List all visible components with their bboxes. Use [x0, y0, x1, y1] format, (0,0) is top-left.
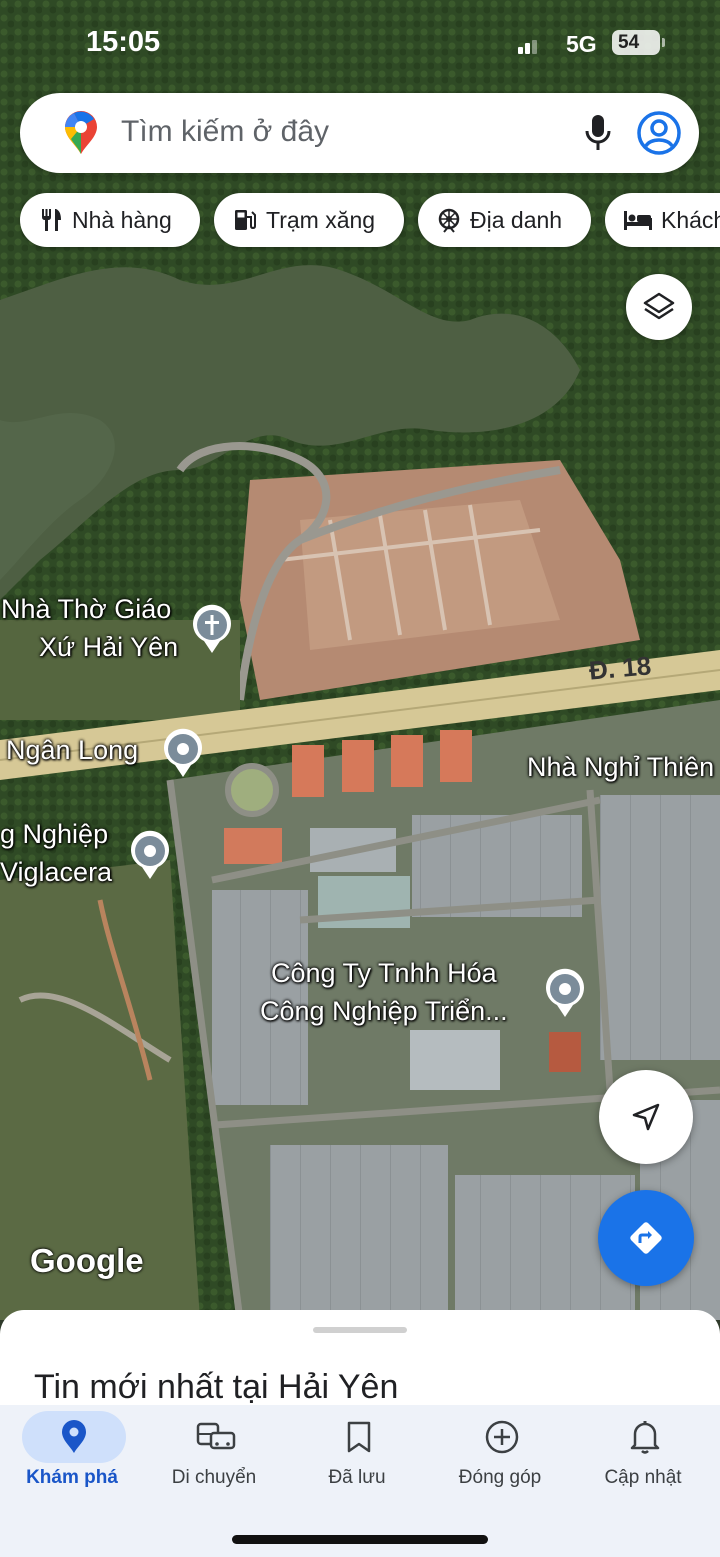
- bookmark-icon: [347, 1421, 371, 1453]
- add-circle-icon: [485, 1420, 519, 1454]
- nav-updates[interactable]: Cập nhật: [571, 1405, 715, 1515]
- google-maps-logo-icon: [65, 111, 97, 154]
- nav-saved-pill: [307, 1411, 411, 1463]
- chip-landmark[interactable]: Địa danh: [418, 193, 591, 247]
- search-input[interactable]: Tìm kiếm ở đây: [121, 115, 329, 149]
- poi-ngan-long-line1: Ngân Long: [6, 735, 139, 765]
- signal-icon: [518, 40, 537, 54]
- navigation-arrow-icon: [632, 1103, 660, 1131]
- nav-explore-label: Khám phá: [26, 1467, 118, 1488]
- hotel-icon: [624, 211, 652, 230]
- poi-cong-ty-line2: Công Nghiệp Triển...: [260, 996, 508, 1026]
- bell-icon: [630, 1421, 660, 1454]
- nav-saved[interactable]: Đã lưu: [285, 1405, 429, 1515]
- poi-cong-ty-line1: Công Ty Tnhh Hóa: [270, 958, 497, 988]
- nav-explore-pill: [22, 1411, 126, 1463]
- church-icon[interactable]: [190, 603, 234, 655]
- nav-commute-label: Di chuyển: [171, 1467, 257, 1488]
- google-attribution: Google: [30, 1242, 144, 1279]
- directions-icon: [630, 1222, 662, 1254]
- poi-nha-nghi-line1: Nhà Nghỉ Thiên: [527, 752, 715, 782]
- explore-pin-icon: [62, 1420, 86, 1453]
- account-icon[interactable]: [636, 110, 682, 156]
- chip-gas-station[interactable]: Trạm xăng: [214, 193, 404, 247]
- nav-updates-pill: [593, 1411, 697, 1463]
- chip-restaurant-label: Nhà hàng: [72, 206, 172, 233]
- layers-icon: [643, 292, 675, 320]
- sheet-drag-handle[interactable]: [313, 1327, 407, 1333]
- poi-church-line2: Xứ Hải Yên: [39, 632, 179, 662]
- battery-icon: 54: [612, 30, 665, 55]
- directions-button[interactable]: [598, 1190, 694, 1286]
- chip-landmark-label: Địa danh: [470, 206, 563, 233]
- my-location-button[interactable]: [599, 1070, 693, 1164]
- chip-hotel[interactable]: Khách: [605, 193, 720, 247]
- nav-contribute-label: Đóng góp: [458, 1467, 542, 1488]
- network-type: 5G: [566, 31, 597, 57]
- category-chips: Nhà hàng Trạm xăng Địa danh Khách: [20, 193, 720, 247]
- chip-gas-station-label: Trạm xăng: [266, 206, 376, 233]
- nav-saved-label: Đã lưu: [328, 1467, 386, 1488]
- landmark-icon: [438, 208, 460, 233]
- gas-station-icon: [235, 210, 256, 230]
- place-pin-icon[interactable]: [128, 829, 172, 881]
- search-bar[interactable]: Tìm kiếm ở đây: [20, 93, 699, 173]
- commute-icon: [196, 1422, 236, 1450]
- poi-label-church[interactable]: Nhà Thờ Giáo Xứ Hải Yên: [1, 590, 178, 666]
- poi-church-line1: Nhà Thờ Giáo: [1, 594, 172, 624]
- poi-label-cong-ty[interactable]: Công Ty Tnhh Hóa Công Nghiệp Triển...: [260, 954, 508, 1030]
- microphone-icon[interactable]: [583, 113, 613, 153]
- poi-viglacera-line2: Viglacera: [0, 857, 113, 887]
- poi-viglacera-line1: g Nghiệp: [0, 819, 109, 849]
- layers-button[interactable]: [626, 274, 692, 340]
- restaurant-icon: [42, 209, 61, 231]
- status-bar: 15:05 5G 54: [0, 0, 720, 88]
- nav-explore[interactable]: Khám phá: [0, 1405, 144, 1515]
- nav-commute[interactable]: Di chuyển: [142, 1405, 286, 1515]
- poi-label-viglacera[interactable]: g Nghiệp Viglacera: [0, 815, 112, 891]
- place-pin-icon[interactable]: [543, 967, 587, 1019]
- chip-restaurant[interactable]: Nhà hàng: [20, 193, 200, 247]
- poi-label-ngan-long[interactable]: Ngân Long: [6, 731, 138, 769]
- chip-hotel-label: Khách: [661, 206, 720, 233]
- bottom-navigation: Khám phá Di chuyển Đã lưu Đóng góp Cập n…: [0, 1405, 720, 1557]
- sheet-headline: Tin mới nhất tại Hải Yên: [34, 1368, 399, 1406]
- status-time: 15:05: [86, 26, 161, 58]
- nav-contribute[interactable]: Đóng góp: [428, 1405, 572, 1515]
- nav-contribute-pill: [450, 1411, 554, 1463]
- nav-commute-pill: [164, 1411, 268, 1463]
- nav-updates-label: Cập nhật: [604, 1467, 682, 1488]
- poi-label-nha-nghi[interactable]: Nhà Nghỉ Thiên: [527, 748, 714, 786]
- place-pin-icon[interactable]: [161, 727, 205, 779]
- home-indicator[interactable]: [232, 1535, 488, 1544]
- road-label: Đ. 18: [587, 650, 653, 686]
